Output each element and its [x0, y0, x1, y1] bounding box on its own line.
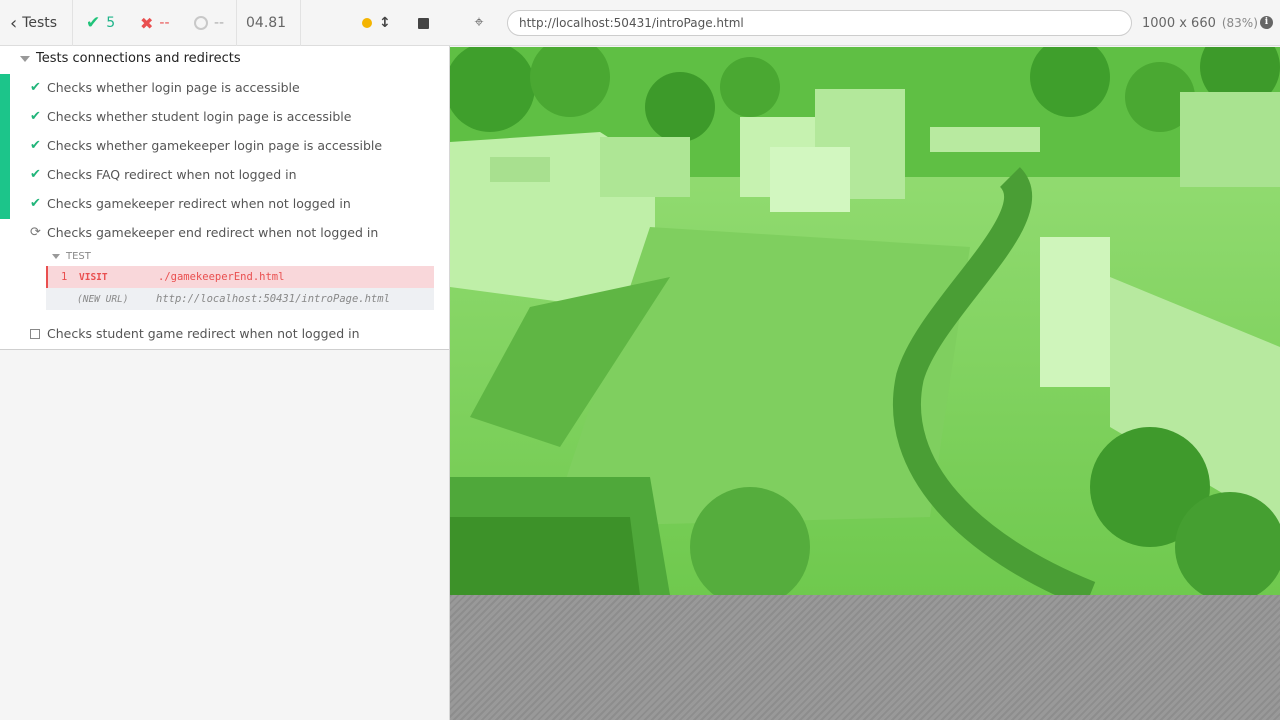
duration: 04.81	[246, 15, 287, 31]
passed-indicator-bar	[0, 74, 10, 219]
viewport-scale: (83%)	[1221, 16, 1258, 30]
check-icon: ✔	[86, 13, 101, 33]
command-new-url[interactable]: (NEW URL) http://localhost:50431/introPa…	[46, 288, 434, 310]
passed-count-value: 5	[106, 15, 116, 31]
pending-count-value: --	[214, 15, 225, 31]
arrows-vertical-icon[interactable]: ↕	[379, 0, 391, 46]
viewport-background	[450, 595, 1280, 720]
campus-aerial-photo	[450, 47, 1280, 595]
caret-down-icon	[52, 254, 60, 259]
x-icon: ✖	[140, 13, 154, 33]
viewport-size: 1000 x 660	[1142, 15, 1216, 31]
test-item-running[interactable]: ⟳ Checks gamekeeper end redirect when no…	[30, 218, 378, 247]
test-item[interactable]: ✔ Checks FAQ redirect when not logged in	[30, 160, 297, 189]
suite-title-text: Tests connections and redirects	[36, 51, 241, 66]
test-title: Checks whether student login page is acc…	[47, 109, 352, 124]
check-icon: ✔	[30, 167, 41, 182]
command-name: VISIT	[79, 271, 108, 283]
test-title: Checks gamekeeper end redirect when not …	[47, 225, 379, 240]
app-iframe[interactable]	[450, 47, 1280, 595]
caret-down-icon	[20, 55, 30, 62]
check-icon: ✔	[30, 109, 41, 124]
url-field[interactable]: http://localhost:50431/introPage.html	[507, 10, 1132, 36]
test-item-pending[interactable]: Checks student game redirect when not lo…	[30, 319, 360, 348]
failed-count[interactable]: ✖ --	[140, 0, 170, 46]
info-icon[interactable]: i	[1260, 16, 1273, 29]
test-title: Checks student game redirect when not lo…	[47, 326, 360, 341]
check-icon: ✔	[30, 80, 41, 95]
divider	[72, 0, 73, 46]
refresh-icon: ⟳	[30, 225, 41, 240]
command-visit[interactable]: 1 VISIT ./gamekeeperEnd.html	[46, 266, 434, 288]
crosshair-icon[interactable]: ⌖	[470, 13, 488, 31]
suite-title[interactable]: Tests connections and redirects	[20, 51, 241, 66]
command-number: 1	[61, 271, 68, 283]
test-title: Checks whether gamekeeper login page is …	[47, 138, 383, 153]
check-icon: ✔	[30, 138, 41, 153]
command-message: http://localhost:50431/introPage.html	[156, 293, 390, 305]
viewport-info[interactable]: 1000 x 660 (83%)	[1142, 0, 1258, 46]
stop-icon	[418, 17, 429, 29]
divider	[300, 0, 301, 46]
test-item[interactable]: ✔ Checks whether login page is accessibl…	[30, 73, 300, 102]
command-message: ./gamekeeperEnd.html	[158, 271, 285, 283]
reporter-panel: ‹ Tests ✔ 5 ✖ -- -- 04.81 ↕ Tests connec	[0, 0, 450, 720]
runnable-list: Tests connections and redirects ✔ Checks…	[0, 46, 449, 350]
stats-header: ‹ Tests ✔ 5 ✖ -- -- 04.81 ↕	[0, 0, 450, 46]
passed-count[interactable]: ✔ 5	[86, 0, 115, 46]
test-title: Checks gamekeeper redirect when not logg…	[47, 196, 351, 211]
checkbox-icon	[30, 328, 40, 339]
test-item[interactable]: ✔ Checks whether gamekeeper login page i…	[30, 131, 382, 160]
chevron-left-icon: ‹	[10, 12, 18, 34]
back-to-tests-button[interactable]: ‹ Tests	[10, 0, 57, 46]
stop-button[interactable]	[418, 0, 429, 46]
pending-count[interactable]: --	[194, 0, 224, 46]
test-item[interactable]: ✔ Checks whether student login page is a…	[30, 102, 351, 131]
divider	[236, 0, 237, 46]
check-icon: ✔	[30, 196, 41, 211]
test-title: Checks whether login page is accessible	[47, 80, 300, 95]
test-section-label[interactable]: TEST	[52, 251, 91, 262]
failed-count-value: --	[159, 15, 170, 31]
yellow-dot-icon	[362, 18, 372, 28]
test-section-text: TEST	[66, 251, 91, 262]
app-preview-panel: ⌖ http://localhost:50431/introPage.html …	[450, 0, 1280, 720]
command-name: (NEW URL)	[77, 293, 129, 305]
circle-icon	[194, 16, 208, 30]
test-item[interactable]: ✔ Checks gamekeeper redirect when not lo…	[30, 189, 351, 218]
test-title: Checks FAQ redirect when not logged in	[47, 167, 297, 182]
back-label: Tests	[22, 15, 58, 31]
url-bar: ⌖ http://localhost:50431/introPage.html …	[450, 0, 1280, 46]
running-indicator	[362, 0, 372, 46]
